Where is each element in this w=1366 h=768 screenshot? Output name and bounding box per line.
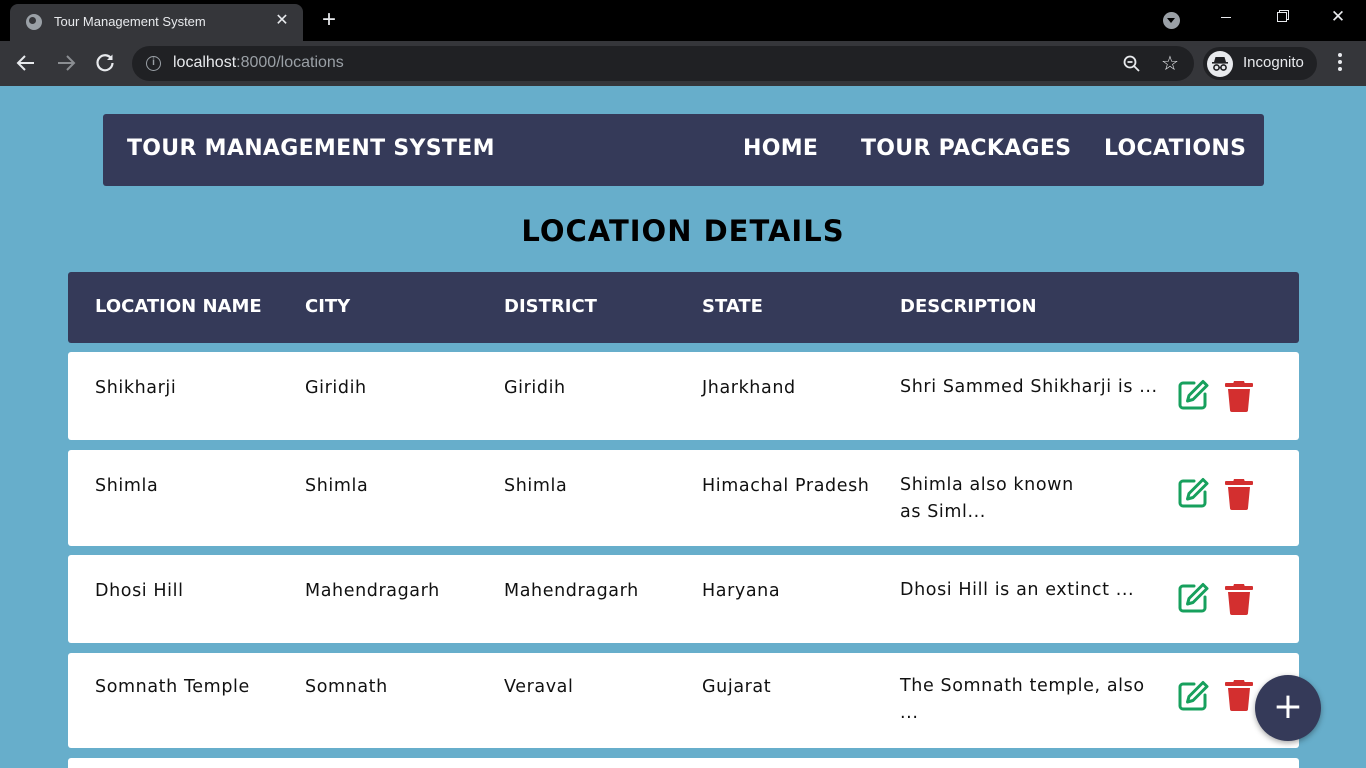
info-icon[interactable]: i xyxy=(146,56,161,71)
forward-arrow-icon[interactable] xyxy=(52,49,80,77)
tab-title: Tour Management System xyxy=(54,14,206,29)
incognito-icon xyxy=(1207,51,1233,77)
edit-icon[interactable] xyxy=(1176,679,1210,713)
incognito-label: Incognito xyxy=(1243,54,1304,71)
column-header-city: CITY xyxy=(305,296,351,317)
location-name-cell: Shikharji xyxy=(95,378,177,398)
add-location-button[interactable]: + xyxy=(1255,675,1321,741)
restore-button[interactable] xyxy=(1259,0,1305,34)
edit-icon[interactable] xyxy=(1176,378,1210,412)
table-row xyxy=(68,758,1299,768)
table-row: Dhosi Hill Mahendragarh Mahendragarh Har… xyxy=(68,555,1299,643)
incognito-profile-button[interactable]: Incognito xyxy=(1203,47,1317,80)
column-header-location-name: LOCATION NAME xyxy=(95,296,262,317)
brand-title[interactable]: TOUR MANAGEMENT SYSTEM xyxy=(127,136,495,161)
new-tab-button[interactable]: + xyxy=(318,8,340,32)
city-cell: Giridih xyxy=(305,378,367,398)
trash-icon[interactable] xyxy=(1224,378,1254,412)
window-close-button[interactable]: ✕ xyxy=(1315,0,1361,34)
city-cell: Somnath xyxy=(305,677,388,697)
url-text[interactable]: localhost:8000/locations xyxy=(173,54,344,72)
table-header: LOCATION NAME CITY DISTRICT STATE DESCRI… xyxy=(68,272,1299,343)
description-cell: Shimla also known as Siml... xyxy=(900,475,1074,522)
globe-icon xyxy=(26,14,42,30)
trash-icon[interactable] xyxy=(1224,581,1254,615)
location-name-cell: Dhosi Hill xyxy=(95,581,184,601)
url-path: :8000/locations xyxy=(236,54,344,71)
kebab-menu-icon[interactable] xyxy=(1330,51,1350,75)
nav-link-tour-packages[interactable]: TOUR PACKAGES xyxy=(861,136,1071,161)
description-cell: Dhosi Hill is an extinct ... xyxy=(900,580,1135,600)
district-cell: Mahendragarh xyxy=(504,581,639,601)
description-cell: Shri Sammed Shikharji is ... xyxy=(900,377,1158,397)
table-row: Shimla Shimla Shimla Himachal Pradesh Sh… xyxy=(68,450,1299,546)
address-bar[interactable]: i localhost:8000/locations ☆ xyxy=(132,46,1194,81)
nav-link-home[interactable]: HOME xyxy=(743,136,818,161)
edit-icon[interactable] xyxy=(1176,476,1210,510)
city-cell: Mahendragarh xyxy=(305,581,440,601)
state-cell: Haryana xyxy=(702,581,781,601)
reload-icon[interactable] xyxy=(91,49,119,77)
browser-tab-strip: Tour Management System ✕ + ✕ xyxy=(0,0,1366,41)
column-header-state: STATE xyxy=(702,296,763,317)
zoom-out-icon[interactable] xyxy=(1123,55,1141,73)
district-cell: Shimla xyxy=(504,476,568,496)
nav-link-locations[interactable]: LOCATIONS xyxy=(1104,136,1246,161)
browser-toolbar: i localhost:8000/locations ☆ Incognito xyxy=(0,41,1366,86)
minimize-button[interactable] xyxy=(1203,0,1249,34)
state-cell: Gujarat xyxy=(702,677,772,697)
column-header-description: DESCRIPTION xyxy=(900,296,1037,317)
table-row: Somnath Temple Somnath Veraval Gujarat T… xyxy=(68,653,1299,748)
site-navbar: TOUR MANAGEMENT SYSTEM HOME TOUR PACKAGE… xyxy=(103,114,1264,186)
table-row: Shikharji Giridih Giridih Jharkhand Shri… xyxy=(68,352,1299,440)
state-cell: Jharkhand xyxy=(702,378,796,398)
description-cell: The Somnath temple, also ... xyxy=(900,676,1145,723)
bookmark-star-icon[interactable]: ☆ xyxy=(1161,52,1179,74)
plus-icon: + xyxy=(1272,686,1304,727)
tab-close-icon[interactable]: ✕ xyxy=(272,10,292,30)
edit-icon[interactable] xyxy=(1176,581,1210,615)
trash-icon[interactable] xyxy=(1224,476,1254,510)
page-title: LOCATION DETAILS xyxy=(521,214,845,248)
district-cell: Veraval xyxy=(504,677,574,697)
tab-search-icon[interactable] xyxy=(1163,12,1180,29)
browser-tab[interactable]: Tour Management System ✕ xyxy=(10,4,303,41)
city-cell: Shimla xyxy=(305,476,369,496)
back-arrow-icon[interactable] xyxy=(12,49,40,77)
url-host: localhost xyxy=(173,54,237,71)
column-header-district: DISTRICT xyxy=(504,296,597,317)
location-name-cell: Shimla xyxy=(95,476,159,496)
district-cell: Giridih xyxy=(504,378,566,398)
trash-icon[interactable] xyxy=(1224,677,1254,711)
location-name-cell: Somnath Temple xyxy=(95,677,250,697)
state-cell: Himachal Pradesh xyxy=(702,476,870,496)
